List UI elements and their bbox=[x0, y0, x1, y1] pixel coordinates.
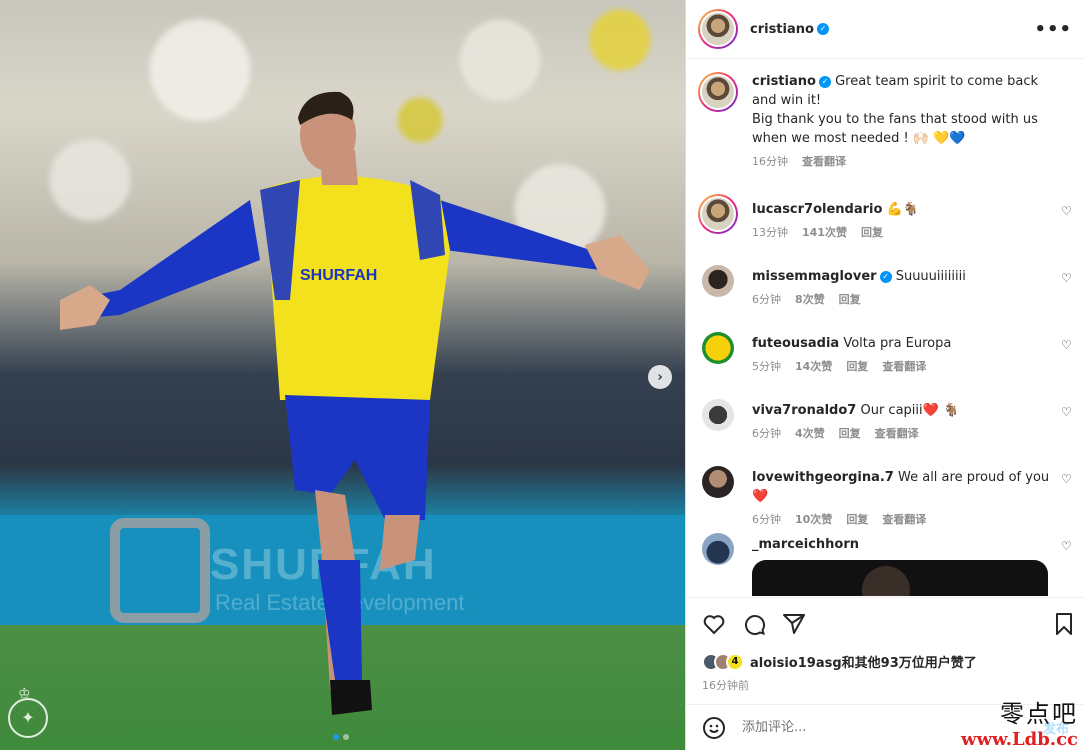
crown-icon: ♔ bbox=[18, 687, 31, 702]
comment-avatar[interactable] bbox=[702, 332, 734, 364]
comment-time[interactable]: 6分钟 bbox=[752, 510, 781, 529]
like-heart-icon[interactable]: ♡ bbox=[1061, 539, 1073, 553]
likes-text[interactable]: aloisio19asg和其他93万位用户赞了 bbox=[750, 652, 977, 671]
comment-text: Our capiii❤️ 🐐 bbox=[860, 403, 960, 418]
comment-reply[interactable]: 回复 bbox=[846, 510, 868, 529]
bookmark-icon[interactable] bbox=[1052, 612, 1076, 636]
club-badge: ♔ ✦ bbox=[6, 686, 50, 742]
like-heart-icon[interactable] bbox=[702, 612, 726, 636]
comment-row: lucascr7olendario 💪🐐 13分钟 141次赞 回复 ♡ bbox=[698, 194, 1073, 242]
comment-time[interactable]: 6分钟 bbox=[752, 424, 781, 443]
comment-username[interactable]: _marceichhorn bbox=[752, 537, 859, 552]
comment-likes[interactable]: 4次赞 bbox=[795, 424, 825, 443]
share-paper-plane-icon[interactable] bbox=[782, 612, 806, 636]
like-heart-icon[interactable]: ♡ bbox=[1061, 472, 1073, 486]
comment-text: 💪🐐 bbox=[886, 202, 919, 217]
verified-badge-icon: ✓ bbox=[816, 23, 829, 35]
player-photo: SHURFAH bbox=[60, 91, 650, 715]
caption-text-line2: Big thank you to the fans that stood wit… bbox=[752, 112, 1038, 146]
comment-likes[interactable]: 141次赞 bbox=[802, 223, 847, 242]
comment-time[interactable]: 13分钟 bbox=[752, 223, 788, 242]
post-timestamp[interactable]: 16分钟前 bbox=[702, 677, 749, 693]
caption-avatar[interactable] bbox=[698, 72, 738, 112]
comment-avatar[interactable] bbox=[702, 265, 734, 297]
like-heart-icon[interactable]: ♡ bbox=[1061, 405, 1073, 419]
watermark: 零点吧 www.Ldb.cc bbox=[961, 694, 1078, 750]
author-username[interactable]: cristiano bbox=[750, 22, 814, 37]
action-bar bbox=[686, 597, 1084, 652]
comment-likes[interactable]: 8次赞 bbox=[795, 290, 825, 309]
club-badge-ring: ✦ bbox=[8, 698, 48, 738]
comment-reply[interactable]: 回复 bbox=[839, 424, 861, 443]
liker-count-badge: 4 bbox=[726, 652, 744, 671]
verified-badge-icon: ✓ bbox=[879, 270, 892, 283]
comment-reply[interactable]: 回复 bbox=[861, 223, 883, 242]
author-avatar[interactable] bbox=[698, 9, 738, 49]
like-heart-icon[interactable]: ♡ bbox=[1061, 204, 1073, 218]
comment-translate[interactable]: 查看翻译 bbox=[882, 357, 926, 376]
comment-translate[interactable]: 查看翻译 bbox=[875, 424, 919, 443]
comment-likes[interactable]: 14次赞 bbox=[795, 357, 832, 376]
comment-username[interactable]: futeousadia bbox=[752, 336, 839, 351]
caption-time[interactable]: 16分钟 bbox=[752, 152, 788, 171]
comment-reply[interactable]: 回复 bbox=[846, 357, 868, 376]
comment-avatar[interactable] bbox=[698, 194, 738, 234]
carousel-dot bbox=[343, 734, 349, 740]
shirt-sponsor-text: SHURFAH bbox=[300, 267, 377, 284]
carousel-dots bbox=[333, 734, 349, 740]
comment-avatar[interactable] bbox=[702, 466, 734, 498]
comments-list[interactable]: cristiano ✓ Great team spirit to come bac… bbox=[686, 60, 1084, 596]
comment-image[interactable] bbox=[752, 560, 1048, 596]
comment-avatar[interactable] bbox=[702, 533, 734, 565]
comment-likes[interactable]: 10次赞 bbox=[795, 510, 832, 529]
comment-avatar[interactable] bbox=[702, 399, 734, 431]
like-heart-icon[interactable]: ♡ bbox=[1061, 271, 1073, 285]
emoji-smile-icon[interactable] bbox=[702, 716, 726, 740]
post-media[interactable]: SHURFAH Real Estate Development SHURFAH … bbox=[0, 0, 685, 750]
caption-row: cristiano ✓ Great team spirit to come bac… bbox=[698, 72, 1073, 171]
caption-username[interactable]: cristiano bbox=[752, 74, 816, 89]
comment-bubble-icon[interactable] bbox=[742, 612, 766, 636]
comment-row: lovewithgeorgina.7 We all are proud of y… bbox=[698, 462, 1073, 529]
likes-summary[interactable]: 4 aloisio19asg和其他93万位用户赞了 bbox=[702, 652, 977, 671]
comment-translate[interactable]: 查看翻译 bbox=[882, 510, 926, 529]
comment-text: Volta pra Europa bbox=[843, 336, 952, 351]
more-options-icon[interactable]: ••• bbox=[1034, 19, 1072, 40]
comment-username[interactable]: lovewithgeorgina.7 bbox=[752, 470, 894, 485]
caption-translate[interactable]: 查看翻译 bbox=[802, 152, 846, 171]
comment-time[interactable]: 5分钟 bbox=[752, 357, 781, 376]
comment-time[interactable]: 6分钟 bbox=[752, 290, 781, 309]
comment-row: missemmaglover ✓ Suuuuiiiiiiii 6分钟 8次赞 回复… bbox=[698, 261, 1073, 309]
post-header: cristiano ✓ ••• bbox=[686, 0, 1084, 59]
comment-reply[interactable]: 回复 bbox=[839, 290, 861, 309]
comment-username[interactable]: missemmaglover bbox=[752, 269, 877, 284]
comment-username[interactable]: viva7ronaldo7 bbox=[752, 403, 856, 418]
watermark-url: www.Ldb.cc bbox=[961, 729, 1078, 750]
comment-row: futeousadia Volta pra Europa 5分钟 14次赞 回复… bbox=[698, 328, 1073, 376]
comment-row: viva7ronaldo7 Our capiii❤️ 🐐 6分钟 4次赞 回复 … bbox=[698, 395, 1073, 443]
next-slide-button[interactable]: › bbox=[648, 365, 672, 389]
like-heart-icon[interactable]: ♡ bbox=[1061, 338, 1073, 352]
comment-text: Suuuuiiiiiiii bbox=[895, 269, 966, 284]
watermark-cn: 零点吧 bbox=[1000, 700, 1078, 728]
verified-badge-icon: ✓ bbox=[818, 75, 831, 88]
comment-username[interactable]: lucascr7olendario bbox=[752, 202, 882, 217]
carousel-dot-active bbox=[333, 734, 339, 740]
post-side-panel: cristiano ✓ ••• cristiano ✓ Great team sp… bbox=[685, 0, 1084, 750]
